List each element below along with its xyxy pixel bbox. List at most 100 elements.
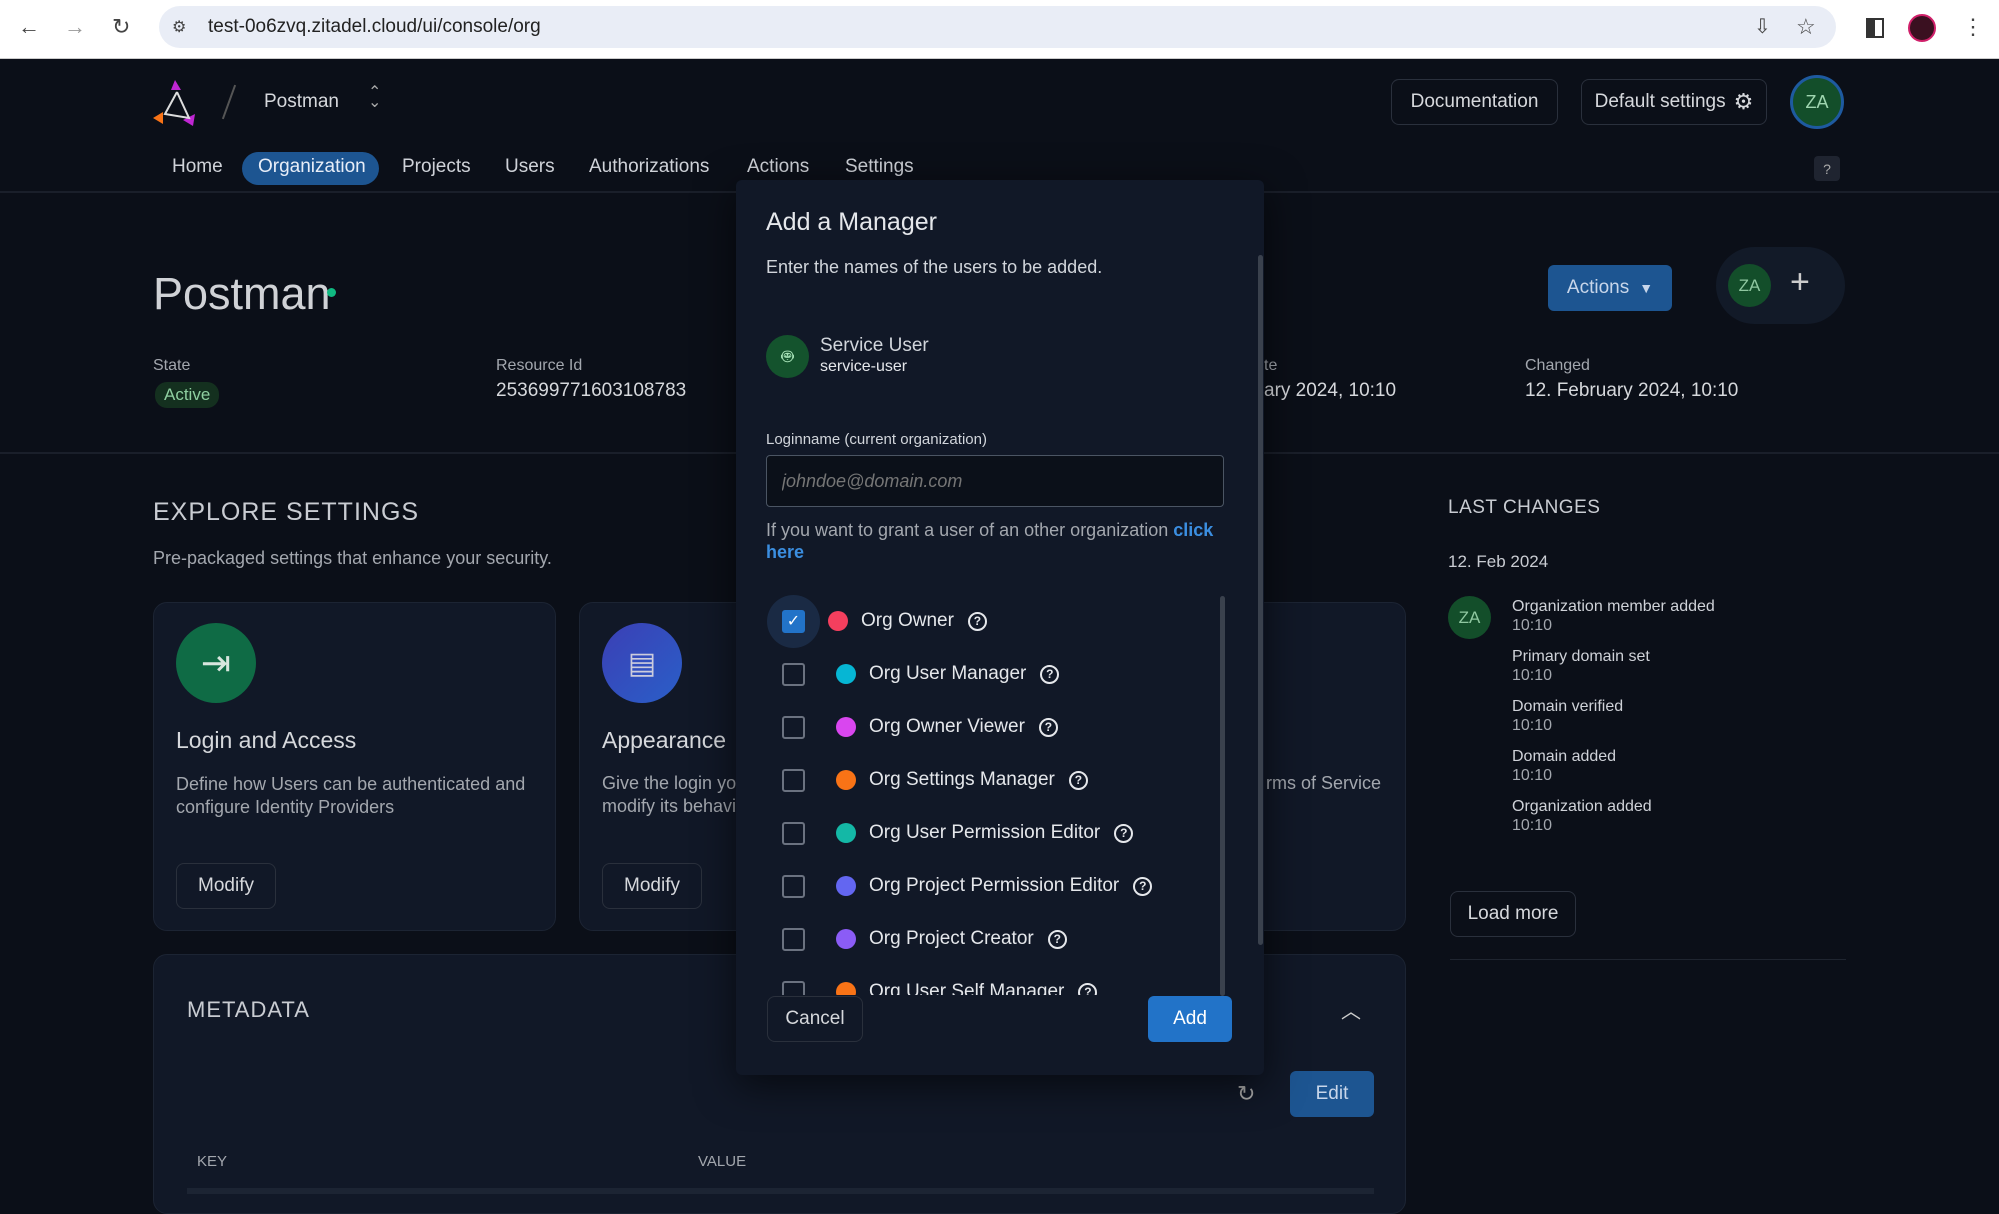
add-manager-dialog: Add a Manager Enter the names of the use… (736, 180, 1264, 1075)
add-member-plus-icon[interactable]: + (1790, 263, 1810, 302)
install-icon[interactable]: ⇩ (1754, 14, 1771, 39)
nav-projects[interactable]: Projects (402, 156, 471, 178)
role-checkbox[interactable] (782, 821, 805, 845)
card-desc-line2: modify its behavi (602, 796, 737, 816)
metadata-title: METADATA (187, 997, 310, 1022)
role-label: Org Project Creator (869, 928, 1034, 949)
actions-dropdown-button[interactable]: Actions ▼ (1548, 265, 1672, 311)
gear-icon: ⚙ (1733, 89, 1754, 114)
role-option[interactable]: ✓ Org Owner ? (736, 594, 987, 648)
org-switcher-name[interactable]: Postman (264, 91, 339, 113)
nav-authorizations[interactable]: Authorizations (589, 156, 709, 178)
help-circle-icon[interactable]: ? (1038, 717, 1058, 737)
role-option[interactable]: Org Settings Manager ? (736, 755, 1088, 805)
nav-users[interactable]: Users (505, 156, 555, 178)
dialog-scrollbar[interactable] (1258, 255, 1263, 945)
created-value: ary 2024, 10:10 (1264, 380, 1397, 401)
help-circle-icon[interactable]: ? (1133, 876, 1153, 896)
loginname-input[interactable] (766, 455, 1224, 507)
role-option[interactable]: Org User Self Manager ? (736, 967, 1098, 995)
role-color-dot (836, 876, 856, 896)
changed-value: 12. February 2024, 10:10 (1525, 380, 1739, 401)
role-label: Org Owner Viewer (869, 716, 1025, 737)
role-option[interactable]: Org Project Permission Editor ? (736, 861, 1153, 911)
back-icon[interactable]: ← (18, 14, 40, 40)
role-label: Org User Manager (869, 663, 1027, 684)
reload-icon[interactable]: ↻ (112, 14, 130, 40)
add-button[interactable]: Add (1148, 996, 1232, 1042)
refresh-icon[interactable]: ↻ (1237, 1081, 1255, 1107)
dialog-title: Add a Manager (766, 208, 937, 236)
help-circle-icon[interactable]: ? (1114, 823, 1134, 843)
documentation-button[interactable]: Documentation (1391, 79, 1558, 125)
role-color-dot (836, 823, 856, 843)
role-checkbox[interactable] (782, 874, 805, 898)
role-color-dot (836, 717, 856, 737)
help-circle-icon[interactable]: ? (1068, 770, 1088, 790)
member-avatar[interactable]: ZA (1728, 264, 1771, 307)
chevron-updown-icon[interactable]: ⌃ ⌄ (368, 85, 381, 111)
role-checkbox[interactable] (782, 715, 805, 739)
hint-text: If you want to grant a user of an other … (766, 520, 1174, 540)
zitadel-logo[interactable] (153, 78, 203, 128)
load-more-button[interactable]: Load more (1450, 891, 1576, 937)
user-avatar[interactable]: ZA (1790, 75, 1844, 129)
robot-icon: 🤖︎ (766, 335, 809, 378)
dialog-subtitle: Enter the names of the users to be added… (766, 257, 1103, 277)
bookmark-star-icon[interactable]: ☆ (1796, 14, 1816, 40)
role-color-dot (836, 770, 856, 790)
forward-icon[interactable]: → (64, 14, 86, 40)
chevron-up-icon[interactable]: ︿ (1341, 995, 1361, 1024)
role-option[interactable]: Org Owner Viewer ? (736, 702, 1058, 752)
modify-appearance-button[interactable]: Modify (602, 863, 702, 909)
roles-scrollbar[interactable] (1220, 596, 1225, 996)
card-title: Appearance (602, 727, 727, 753)
card-title: Login and Access (176, 727, 357, 753)
change-time: 10:10 (1512, 767, 1553, 784)
help-circle-icon[interactable]: ? (1047, 929, 1067, 949)
loginname-label: Loginname (current organization) (766, 431, 987, 448)
nav-actions[interactable]: Actions (747, 156, 809, 178)
role-checkbox[interactable] (782, 662, 805, 686)
change-time: 10:10 (1512, 667, 1553, 684)
help-circle-icon[interactable]: ? (1078, 982, 1098, 995)
role-label: Org User Self Manager (869, 981, 1065, 995)
table-divider (187, 1188, 1374, 1194)
url-text[interactable]: test-0o6zvq.zitadel.cloud/ui/console/org (208, 16, 541, 38)
browser-toolbar: ← → ↻ ⚙ test-0o6zvq.zitadel.cloud/ui/con… (0, 0, 1999, 59)
change-title: Domain added (1512, 748, 1617, 765)
help-button[interactable]: ? (1814, 156, 1840, 181)
role-checkbox[interactable] (782, 927, 805, 951)
role-option[interactable]: Org User Manager ? (736, 649, 1060, 699)
help-circle-icon[interactable]: ? (967, 611, 987, 631)
default-settings-button[interactable]: Default settings ⚙ (1581, 79, 1767, 125)
role-checkbox[interactable] (782, 980, 805, 995)
sidepanel-icon[interactable] (1866, 18, 1884, 38)
role-checkbox[interactable] (782, 768, 805, 792)
cancel-button[interactable]: Cancel (767, 996, 863, 1042)
nav-organization[interactable]: Organization (258, 156, 366, 178)
edit-button[interactable]: Edit (1290, 1071, 1374, 1117)
site-settings-icon[interactable]: ⚙ (172, 17, 186, 37)
login-access-card: ⇥ Login and Access Define how Users can … (153, 602, 556, 931)
nav-settings[interactable]: Settings (845, 156, 914, 178)
explore-subtitle: Pre-packaged settings that enhance your … (153, 548, 552, 568)
login-icon: ⇥ (176, 623, 256, 703)
actions-label: Actions (1566, 277, 1630, 298)
nav-home[interactable]: Home (172, 156, 223, 178)
menu-kebab-icon[interactable]: ⋮ (1962, 14, 1984, 40)
default-settings-label: Default settings (1594, 91, 1726, 112)
help-circle-icon[interactable]: ? (1040, 664, 1060, 684)
modify-login-button[interactable]: Modify (176, 863, 276, 909)
chevron-down-icon: ▼ (1639, 280, 1654, 296)
last-changes-date: 12. Feb 2024 (1448, 552, 1549, 571)
profile-avatar[interactable] (1908, 14, 1936, 42)
role-checkbox[interactable]: ✓ (782, 609, 805, 633)
role-option[interactable]: Org Project Creator ? (736, 914, 1067, 964)
column-value: VALUE (698, 1153, 747, 1170)
role-option[interactable]: Org User Permission Editor ? (736, 808, 1134, 858)
change-title: Organization member added (1512, 598, 1715, 615)
palette-icon: ▤ (602, 623, 682, 703)
change-time: 10:10 (1512, 717, 1553, 734)
role-label: Org Owner (861, 610, 954, 631)
